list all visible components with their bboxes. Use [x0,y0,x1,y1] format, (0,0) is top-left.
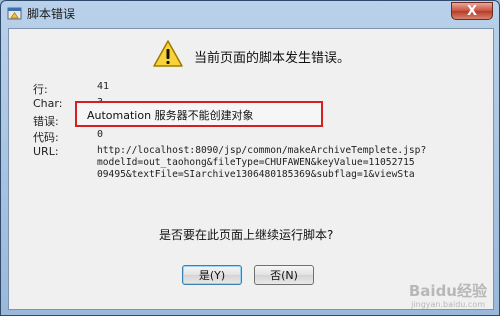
no-button[interactable]: 否(N) [254,265,314,285]
dialog-body: 当前页面的脚本发生错误。 行: 41 Char: 3 Automation 服务… [8,28,494,310]
url-label: URL: [33,145,59,158]
continue-question: 是否要在此页面上继续运行脚本? [159,228,334,242]
error-value: Automation 服务器不能创建对象 [87,109,254,122]
warning-icon [153,40,183,67]
error-highlight-box: Automation 服务器不能创建对象 [75,101,323,127]
yes-button[interactable]: 是(Y) [182,265,242,285]
error-label: 错误: [33,115,59,128]
url-line: modelId=out_taohong&fileType=CHUFAWEN&ke… [97,157,415,168]
url-line: http://localhost:8090/jsp/common/makeArc… [97,145,427,156]
baidu-watermark-url: jingyan.baidu.com [411,300,485,309]
title-bar[interactable]: 脚本错误 X [1,1,499,27]
close-icon: X [466,3,478,19]
error-headline: 当前页面的脚本发生错误。 [194,51,351,66]
line-value: 41 [97,81,110,92]
script-error-app-icon [7,7,22,20]
code-label: 代码: [33,131,59,144]
url-line: 09495&textFile=SIarchive1306480185369&su… [97,169,415,180]
window-title: 脚本错误 [27,7,76,21]
script-error-dialog: 脚本错误 X 当前页面的脚本发生错误。 行: 41 Char: 3 Automa… [0,0,500,316]
baidu-watermark: Baidu经验 [408,282,487,300]
line-label: 行: [33,83,48,96]
close-button[interactable]: X [451,2,493,20]
url-value: http://localhost:8090/jsp/common/makeArc… [97,145,427,181]
code-value: 0 [97,129,104,140]
